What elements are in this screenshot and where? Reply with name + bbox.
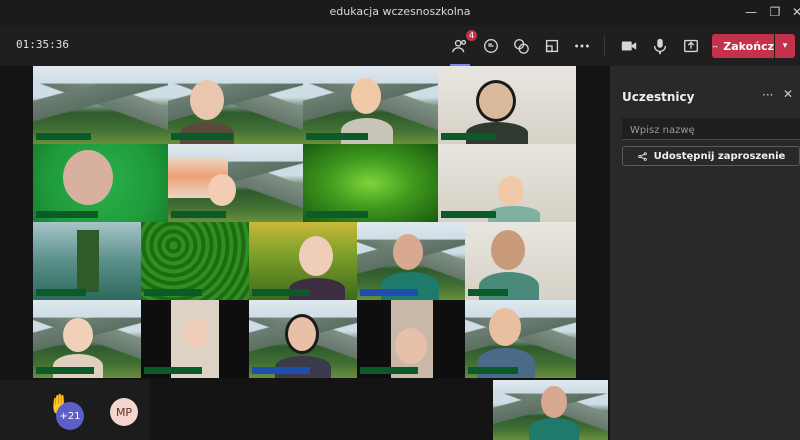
self-face <box>541 386 567 418</box>
participants-panel: Uczestnicy ··· ✕ Udostępnij zaproszenie <box>610 66 800 440</box>
participant-tile[interactable] <box>33 144 168 222</box>
participant-name-tag <box>468 289 508 296</box>
participants-badge: 4 <box>466 30 477 41</box>
participant-tile[interactable] <box>465 300 576 378</box>
participant-tile[interactable] <box>465 222 576 300</box>
share-icon[interactable] <box>679 34 703 58</box>
participant-tile[interactable] <box>141 300 249 378</box>
participant-name-tag <box>468 367 518 374</box>
rooms-icon[interactable] <box>540 34 564 58</box>
share-link-icon <box>637 151 647 161</box>
participant-tile[interactable] <box>168 144 303 222</box>
participant-name-tag <box>36 133 91 140</box>
participant-face <box>190 80 224 120</box>
share-invite-button[interactable]: Udostępnij zaproszenie <box>622 146 800 166</box>
participant-name-tag <box>441 211 496 218</box>
phone-icon <box>712 45 718 47</box>
participant-face <box>299 236 333 276</box>
meeting-timer: 01:35:36 <box>16 38 69 51</box>
video-grid <box>33 66 576 378</box>
participant-face <box>393 234 423 270</box>
participant-face <box>183 318 209 348</box>
self-view-video[interactable] <box>493 380 608 440</box>
participant-name-tag <box>144 367 202 374</box>
participant-tile[interactable] <box>438 144 576 222</box>
participant-tile[interactable] <box>249 300 357 378</box>
participant-tile[interactable] <box>303 144 438 222</box>
close-icon[interactable]: ✕ <box>786 3 800 21</box>
chat-icon[interactable] <box>479 34 503 58</box>
participant-face <box>395 328 427 364</box>
end-call-label: Zakończ <box>723 39 774 53</box>
participant-name-tag <box>306 211 368 218</box>
window-title: edukacja wczesnoszkolna <box>329 5 471 18</box>
mic-icon[interactable] <box>648 34 672 58</box>
participant-name-tag <box>306 133 368 140</box>
participant-name-tag <box>36 367 94 374</box>
camera-icon[interactable] <box>617 34 641 58</box>
participant-face <box>63 150 113 205</box>
more-participants-count[interactable]: +21 <box>56 402 84 430</box>
self-body <box>529 418 579 440</box>
panel-more-icon[interactable]: ··· <box>762 88 773 102</box>
participant-search[interactable] <box>622 118 800 141</box>
search-input[interactable] <box>622 120 800 141</box>
meeting-toolbar: 01:35:36 4 Zakończ ▾ <box>0 26 800 66</box>
participant-tile[interactable] <box>33 222 141 300</box>
participant-tile[interactable] <box>357 222 465 300</box>
restore-icon[interactable]: ❐ <box>764 3 786 21</box>
reactions-icon[interactable] <box>509 34 533 58</box>
people-icon[interactable]: 4 <box>448 30 477 66</box>
participant-face <box>63 318 93 352</box>
participant-name-tag <box>171 211 226 218</box>
participant-tile[interactable] <box>141 222 249 300</box>
participant-name-tag <box>171 133 233 140</box>
end-call-options-chevron-icon[interactable]: ▾ <box>775 34 795 58</box>
panel-title: Uczestnicy <box>622 90 695 104</box>
toolbar-divider <box>604 36 605 56</box>
participant-tile[interactable] <box>33 66 168 144</box>
participant-face <box>351 78 381 114</box>
participant-name-tag <box>36 211 98 218</box>
participant-face <box>498 176 524 206</box>
participant-face <box>491 230 525 270</box>
participant-tile[interactable] <box>33 300 141 378</box>
room-plant <box>77 230 99 292</box>
participant-name-tag <box>360 367 418 374</box>
participant-face <box>285 314 319 354</box>
minimize-icon[interactable]: — <box>740 3 762 21</box>
more-icon[interactable] <box>570 34 594 58</box>
participant-body <box>53 354 103 378</box>
participant-face <box>476 80 516 122</box>
participant-name-tag <box>252 289 310 296</box>
end-call-button[interactable]: Zakończ <box>712 34 774 58</box>
participant-name-tag <box>252 367 310 374</box>
participant-name-tag <box>144 289 202 296</box>
share-invite-label: Udostępnij zaproszenie <box>653 150 786 162</box>
participant-tile[interactable] <box>438 66 576 144</box>
participant-face <box>208 174 236 206</box>
participant-tile[interactable] <box>303 66 438 144</box>
participant-tile[interactable] <box>249 222 357 300</box>
avatar[interactable]: MP <box>110 398 138 426</box>
participant-name-tag <box>360 289 418 296</box>
participant-tile[interactable] <box>168 66 303 144</box>
participant-name-tag <box>36 289 86 296</box>
participant-name-tag <box>441 133 496 140</box>
participant-face <box>489 308 521 346</box>
window-titlebar: edukacja wczesnoszkolna — ❐ ✕ <box>0 0 800 26</box>
close-icon[interactable]: ✕ <box>783 87 793 101</box>
participant-body <box>341 118 393 144</box>
participant-tile[interactable] <box>357 300 465 378</box>
